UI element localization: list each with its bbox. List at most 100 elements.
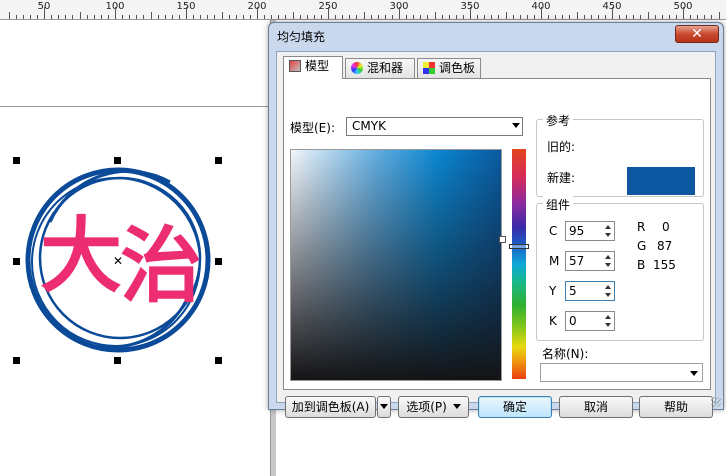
red-value: 0 [662,220,670,234]
model-panel: 模型(E): CMYK 参考 旧的: 新建: 组件 C 95 M 57 Y 5 … [283,78,711,390]
spinner-icon[interactable] [605,285,611,297]
green-value: 87 [657,239,673,253]
ruler-tick [171,15,173,19]
new-color-swatch [627,167,695,195]
ruler-tick [150,12,152,19]
ruler-tick [399,7,400,19]
ruler-tick [668,15,670,19]
black-label: K [549,314,557,328]
selection-handle-tl[interactable] [13,157,20,164]
ruler-tick [72,15,74,19]
help-button[interactable]: 帮助 [639,396,713,418]
ruler-tick [384,15,386,19]
name-label: 名称(N): [542,347,589,361]
ruler-tick [93,15,95,19]
ruler-tick [434,12,436,19]
ruler-tick [278,15,280,19]
tab-palette[interactable]: 调色板 [417,58,481,78]
ruler-tick [200,15,202,19]
tab-model[interactable]: 模型 [283,56,343,79]
ruler-tick [299,15,301,19]
ruler-tick [79,12,81,19]
red-label: R [637,220,646,234]
model-select-value: CMYK [352,119,386,133]
ruler-tick [661,15,663,19]
ruler-tick [370,15,372,19]
ruler-tick [264,15,266,19]
cyan-input[interactable]: 95 [565,221,615,241]
ruler-tick [29,15,31,19]
ruler-tick [157,15,159,19]
ruler-tick [164,15,166,19]
ruler-tick [583,15,585,19]
ruler-tick [214,15,216,19]
ruler-tick [306,15,308,19]
spinner-icon[interactable] [605,315,611,327]
ruler-tick [8,12,10,19]
tab-mixer[interactable]: 混和器 [345,58,415,78]
selection-handle-t[interactable] [114,157,121,164]
green-label: G [637,239,647,253]
ruler-tick [512,15,514,19]
ruler-tick [498,15,500,19]
ruler-tick [242,15,244,19]
options-button[interactable]: 选项(P) [398,396,469,418]
spinner-icon[interactable] [605,225,611,237]
ruler-tick [65,15,67,19]
ruler-tick [107,15,109,19]
ruler-tick [44,7,45,19]
color-field[interactable] [290,149,502,381]
center-marker-icon[interactable]: ✕ [113,255,123,267]
ruler-tick [22,15,24,19]
ruler-tick [320,15,322,19]
ruler-tick [683,7,684,19]
ok-button[interactable]: 确定 [478,396,552,418]
yellow-input[interactable]: 5 [565,281,615,301]
yellow-label: Y [549,284,557,298]
horizontal-ruler[interactable]: 50 100 150 200 250 300 350 400 450 500 [0,0,726,20]
options-label: 选项(P) [406,400,447,414]
hue-slider[interactable] [512,149,526,379]
ruler-tick [285,15,287,19]
spinner-icon[interactable] [605,255,611,267]
color-field-marker[interactable] [499,236,506,243]
uniform-fill-dialog: 均匀填充 ✕ 模型 混和器 调色板 模型(E): CMYK 参考 旧的: 新建:… [268,22,724,418]
black-input[interactable]: 0 [565,311,615,331]
chevron-down-icon [690,371,698,376]
add-to-palette-dropdown[interactable] [377,396,391,418]
ruler-tick [711,15,713,19]
selection-handle-br[interactable] [215,357,222,364]
ruler-tick [548,15,550,19]
close-button[interactable]: ✕ [675,25,719,43]
chevron-down-icon [452,404,461,409]
hue-slider-handle[interactable] [509,244,529,249]
ruler-tick [420,15,422,19]
components-group: 组件 C 95 M 57 Y 5 K 0 R 0 G 87 B 155 [536,196,704,341]
new-color-label: 新建: [547,171,576,185]
ruler-tick [455,15,457,19]
resize-grip[interactable] [711,397,721,407]
ruler-tick [654,15,656,19]
ruler-tick [619,15,621,19]
ruler-tick [51,15,53,19]
model-select[interactable]: CMYK [346,117,523,136]
selection-handle-tr[interactable] [215,157,222,164]
ruler-tick [36,15,38,19]
cancel-button[interactable]: 取消 [559,396,633,418]
ruler-tick [675,15,677,19]
name-select[interactable] [540,363,703,382]
page-border [0,106,270,107]
selection-handle-bl[interactable] [13,357,20,364]
dialog-titlebar[interactable]: 均匀填充 ✕ [269,23,723,49]
dialog-title: 均匀填充 [277,30,326,44]
selection-handle-l[interactable] [13,258,20,265]
ruler-tick [597,15,599,19]
ruler-tick [484,15,486,19]
ruler-tick [391,15,393,19]
add-to-palette-button[interactable]: 加到调色板(A) [285,396,376,418]
selection-handle-b[interactable] [114,357,121,364]
ruler-tick [505,12,507,19]
selection-handle-r[interactable] [215,258,222,265]
magenta-input[interactable]: 57 [565,251,615,271]
ruler-tick [462,15,464,19]
